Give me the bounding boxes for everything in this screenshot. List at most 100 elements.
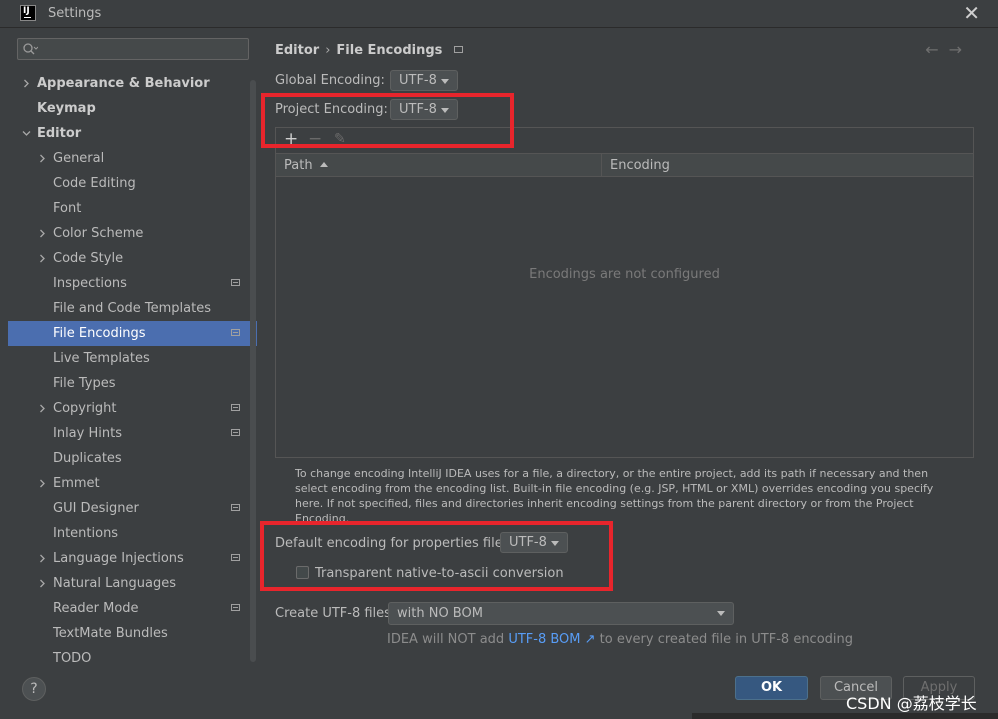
sidebar-item-code-editing[interactable]: Code Editing <box>8 171 257 196</box>
breadcrumb-parent[interactable]: Editor <box>275 43 319 58</box>
search-field[interactable] <box>17 38 249 60</box>
sidebar-item-inspections[interactable]: Inspections <box>8 271 257 296</box>
sidebar-item-label: Color Scheme <box>53 226 144 241</box>
path-encoding-table: + − ✎ Path Encoding Encodings are not co… <box>275 127 974 458</box>
utf8-bom-link[interactable]: UTF-8 BOM ↗ <box>508 632 595 647</box>
sidebar-item-color-scheme[interactable]: Color Scheme <box>8 221 257 246</box>
sidebar-item-reader-mode[interactable]: Reader Mode <box>8 596 257 621</box>
chevron-right-icon[interactable] <box>38 396 48 413</box>
chevron-right-icon[interactable] <box>38 546 48 563</box>
help-button[interactable]: ? <box>22 677 46 701</box>
sidebar-item-language-injections[interactable]: Language Injections <box>8 546 257 571</box>
sidebar-item-label: Inlay Hints <box>53 426 122 441</box>
sidebar-scrollbar[interactable] <box>250 80 256 662</box>
project-scope-icon <box>231 604 240 611</box>
sidebar-item-file-encodings[interactable]: File Encodings <box>8 321 257 346</box>
sidebar-item-natural-languages[interactable]: Natural Languages <box>8 571 257 596</box>
chevron-right-icon[interactable] <box>38 246 48 263</box>
project-scope-icon <box>231 429 240 436</box>
project-scope-icon <box>231 329 240 336</box>
sidebar-item-gui-designer[interactable]: GUI Designer <box>8 496 257 521</box>
sidebar-item-file-types[interactable]: File Types <box>8 371 257 396</box>
chevron-right-icon[interactable] <box>38 571 48 588</box>
sidebar-item-label: Intentions <box>53 526 119 541</box>
sidebar-item-label: Live Templates <box>53 351 150 366</box>
breadcrumb: Editor › File Encodings <box>275 43 464 58</box>
sidebar-item-label: File Encodings <box>53 326 146 341</box>
sidebar-item-keymap[interactable]: Keymap <box>8 96 257 121</box>
sidebar-item-label: File Types <box>53 376 116 391</box>
sidebar-item-label: File and Code Templates <box>53 301 211 316</box>
bom-hint: IDEA will NOT add UTF-8 BOM ↗ to every c… <box>387 632 854 647</box>
close-icon[interactable]: ✕ <box>963 2 980 24</box>
table-header: Path Encoding <box>276 153 973 177</box>
sidebar-item-textmate-bundles[interactable]: TextMate Bundles <box>8 621 257 646</box>
sidebar-item-label: Code Style <box>53 251 124 266</box>
highlight-box-properties-encoding <box>260 521 613 591</box>
sidebar-item-label: Code Editing <box>53 176 136 191</box>
global-encoding-label: Global Encoding: <box>275 73 385 88</box>
column-divider[interactable] <box>601 154 602 176</box>
sidebar-item-editor[interactable]: Editor <box>8 121 257 146</box>
create-utf8-value: with NO BOM <box>397 606 483 621</box>
sidebar-item-emmet[interactable]: Emmet <box>8 471 257 496</box>
ok-button[interactable]: OK <box>735 676 808 700</box>
chevron-right-icon[interactable] <box>38 146 48 163</box>
sidebar-item-label: Language Injections <box>53 551 184 566</box>
chevron-down-icon[interactable] <box>22 121 32 138</box>
project-scope-icon <box>231 504 240 511</box>
sidebar-item-label: Reader Mode <box>53 601 139 616</box>
create-utf8-label: Create UTF-8 files: <box>275 606 396 621</box>
sidebar-item-copyright[interactable]: Copyright <box>8 396 257 421</box>
sidebar-item-file-and-code-templates[interactable]: File and Code Templates <box>8 296 257 321</box>
external-link-icon: ↗ <box>584 632 596 647</box>
window-title: Settings <box>48 6 102 21</box>
create-utf8-dropdown[interactable]: with NO BOM <box>388 602 734 625</box>
sidebar-item-duplicates[interactable]: Duplicates <box>8 446 257 471</box>
highlight-box-project-encoding <box>261 93 514 148</box>
sidebar-item-inlay-hints[interactable]: Inlay Hints <box>8 421 257 446</box>
chevron-right-icon[interactable] <box>38 221 48 238</box>
column-header-path[interactable]: Path <box>284 158 328 173</box>
sidebar-item-appearance-behavior[interactable]: Appearance & Behavior <box>8 71 257 96</box>
chevron-right-icon[interactable] <box>38 471 48 488</box>
breadcrumb-separator: › <box>325 43 331 58</box>
sort-ascending-icon <box>319 162 328 167</box>
navigation-arrows: ←→ <box>925 40 972 59</box>
sidebar-item-general[interactable]: General <box>8 146 257 171</box>
intellij-logo-icon: IJ <box>20 5 36 21</box>
search-icon <box>23 43 38 55</box>
title-bar: IJ Settings ✕ <box>0 0 998 28</box>
sidebar-item-label: GUI Designer <box>53 501 139 516</box>
sidebar-item-code-style[interactable]: Code Style <box>8 246 257 271</box>
sidebar-item-label: Emmet <box>53 476 100 491</box>
sidebar-item-label: Inspections <box>53 276 127 291</box>
chevron-down-icon <box>441 79 449 84</box>
sidebar-item-intentions[interactable]: Intentions <box>8 521 257 546</box>
column-header-encoding[interactable]: Encoding <box>610 158 670 173</box>
settings-sidebar: Appearance & Behavior Keymap Editor General… <box>0 28 258 666</box>
watermark: CSDN @荔枝学长 <box>846 694 977 713</box>
breadcrumb-current: File Encodings <box>336 43 443 58</box>
project-scope-icon <box>231 279 240 286</box>
sidebar-item-label: TextMate Bundles <box>53 626 168 641</box>
forward-arrow-icon[interactable]: → <box>949 40 972 59</box>
sidebar-item-label: Editor <box>37 126 82 141</box>
sidebar-item-label: Natural Languages <box>53 576 177 591</box>
project-scope-icon <box>454 46 464 53</box>
sidebar-item-label: General <box>53 151 105 166</box>
chevron-right-icon[interactable] <box>22 71 32 88</box>
sidebar-item-live-templates[interactable]: Live Templates <box>8 346 257 371</box>
encoding-help-text: To change encoding IntelliJ IDEA uses fo… <box>295 467 934 525</box>
table-empty-text: Encodings are not configured <box>529 267 720 282</box>
sidebar-item-label: Appearance & Behavior <box>37 76 210 91</box>
back-arrow-icon[interactable]: ← <box>925 40 948 59</box>
sidebar-item-label: Keymap <box>37 101 96 116</box>
sidebar-item-font[interactable]: Font <box>8 196 257 221</box>
global-encoding-dropdown[interactable]: UTF-8 <box>390 70 458 91</box>
chevron-down-icon <box>717 611 725 616</box>
search-input[interactable] <box>40 40 244 60</box>
sidebar-item-label: Duplicates <box>53 451 122 466</box>
project-scope-icon <box>231 404 240 411</box>
global-encoding-value: UTF-8 <box>399 73 437 88</box>
